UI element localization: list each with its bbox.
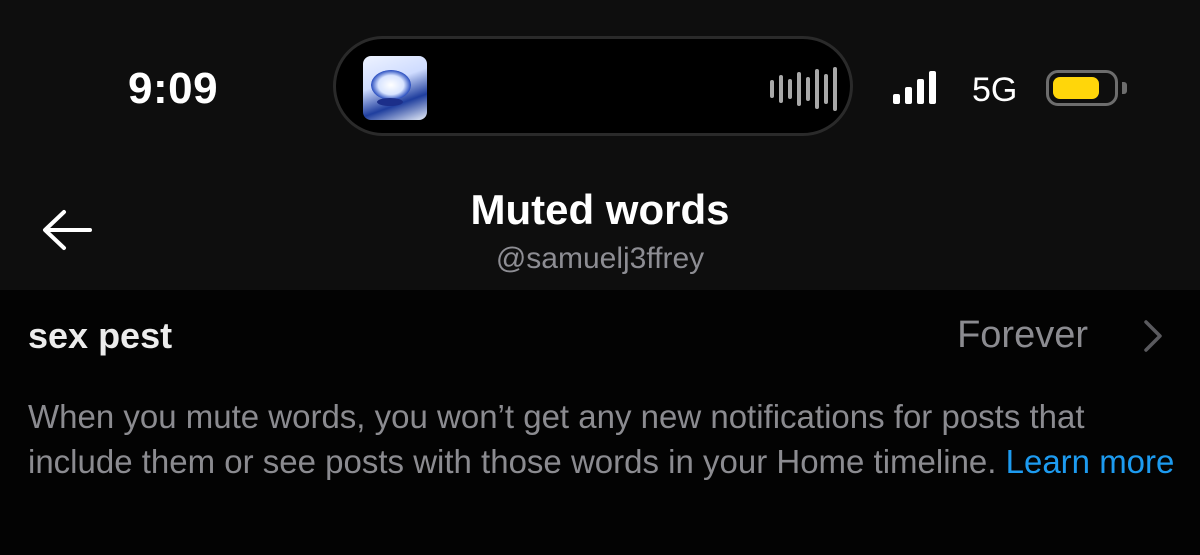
muted-word-row[interactable]: sex pest Forever xyxy=(0,300,1200,370)
status-time: 9:09 xyxy=(128,64,219,113)
description-text: When you mute words, you won’t get any n… xyxy=(28,398,1085,480)
album-art[interactable] xyxy=(363,56,427,120)
page-title: Muted words xyxy=(470,186,730,233)
audio-waveform-icon xyxy=(770,67,837,111)
dynamic-island[interactable] xyxy=(333,36,853,136)
learn-more-link[interactable]: Learn more xyxy=(1006,443,1175,480)
battery-cap xyxy=(1122,82,1127,94)
muted-word: sex pest xyxy=(28,315,173,356)
account-handle: @samuelj3ffrey xyxy=(495,242,705,275)
battery-level xyxy=(1053,77,1100,99)
album-art-face xyxy=(371,70,411,100)
chevron-right-icon xyxy=(1144,320,1162,352)
battery-icon xyxy=(1046,70,1118,106)
mute-duration: Forever xyxy=(957,314,1088,356)
network-type: 5G xyxy=(972,71,1018,109)
album-art-lips xyxy=(377,98,403,106)
mute-description: When you mute words, you won’t get any n… xyxy=(28,394,1178,484)
cellular-signal-icon xyxy=(893,70,936,104)
